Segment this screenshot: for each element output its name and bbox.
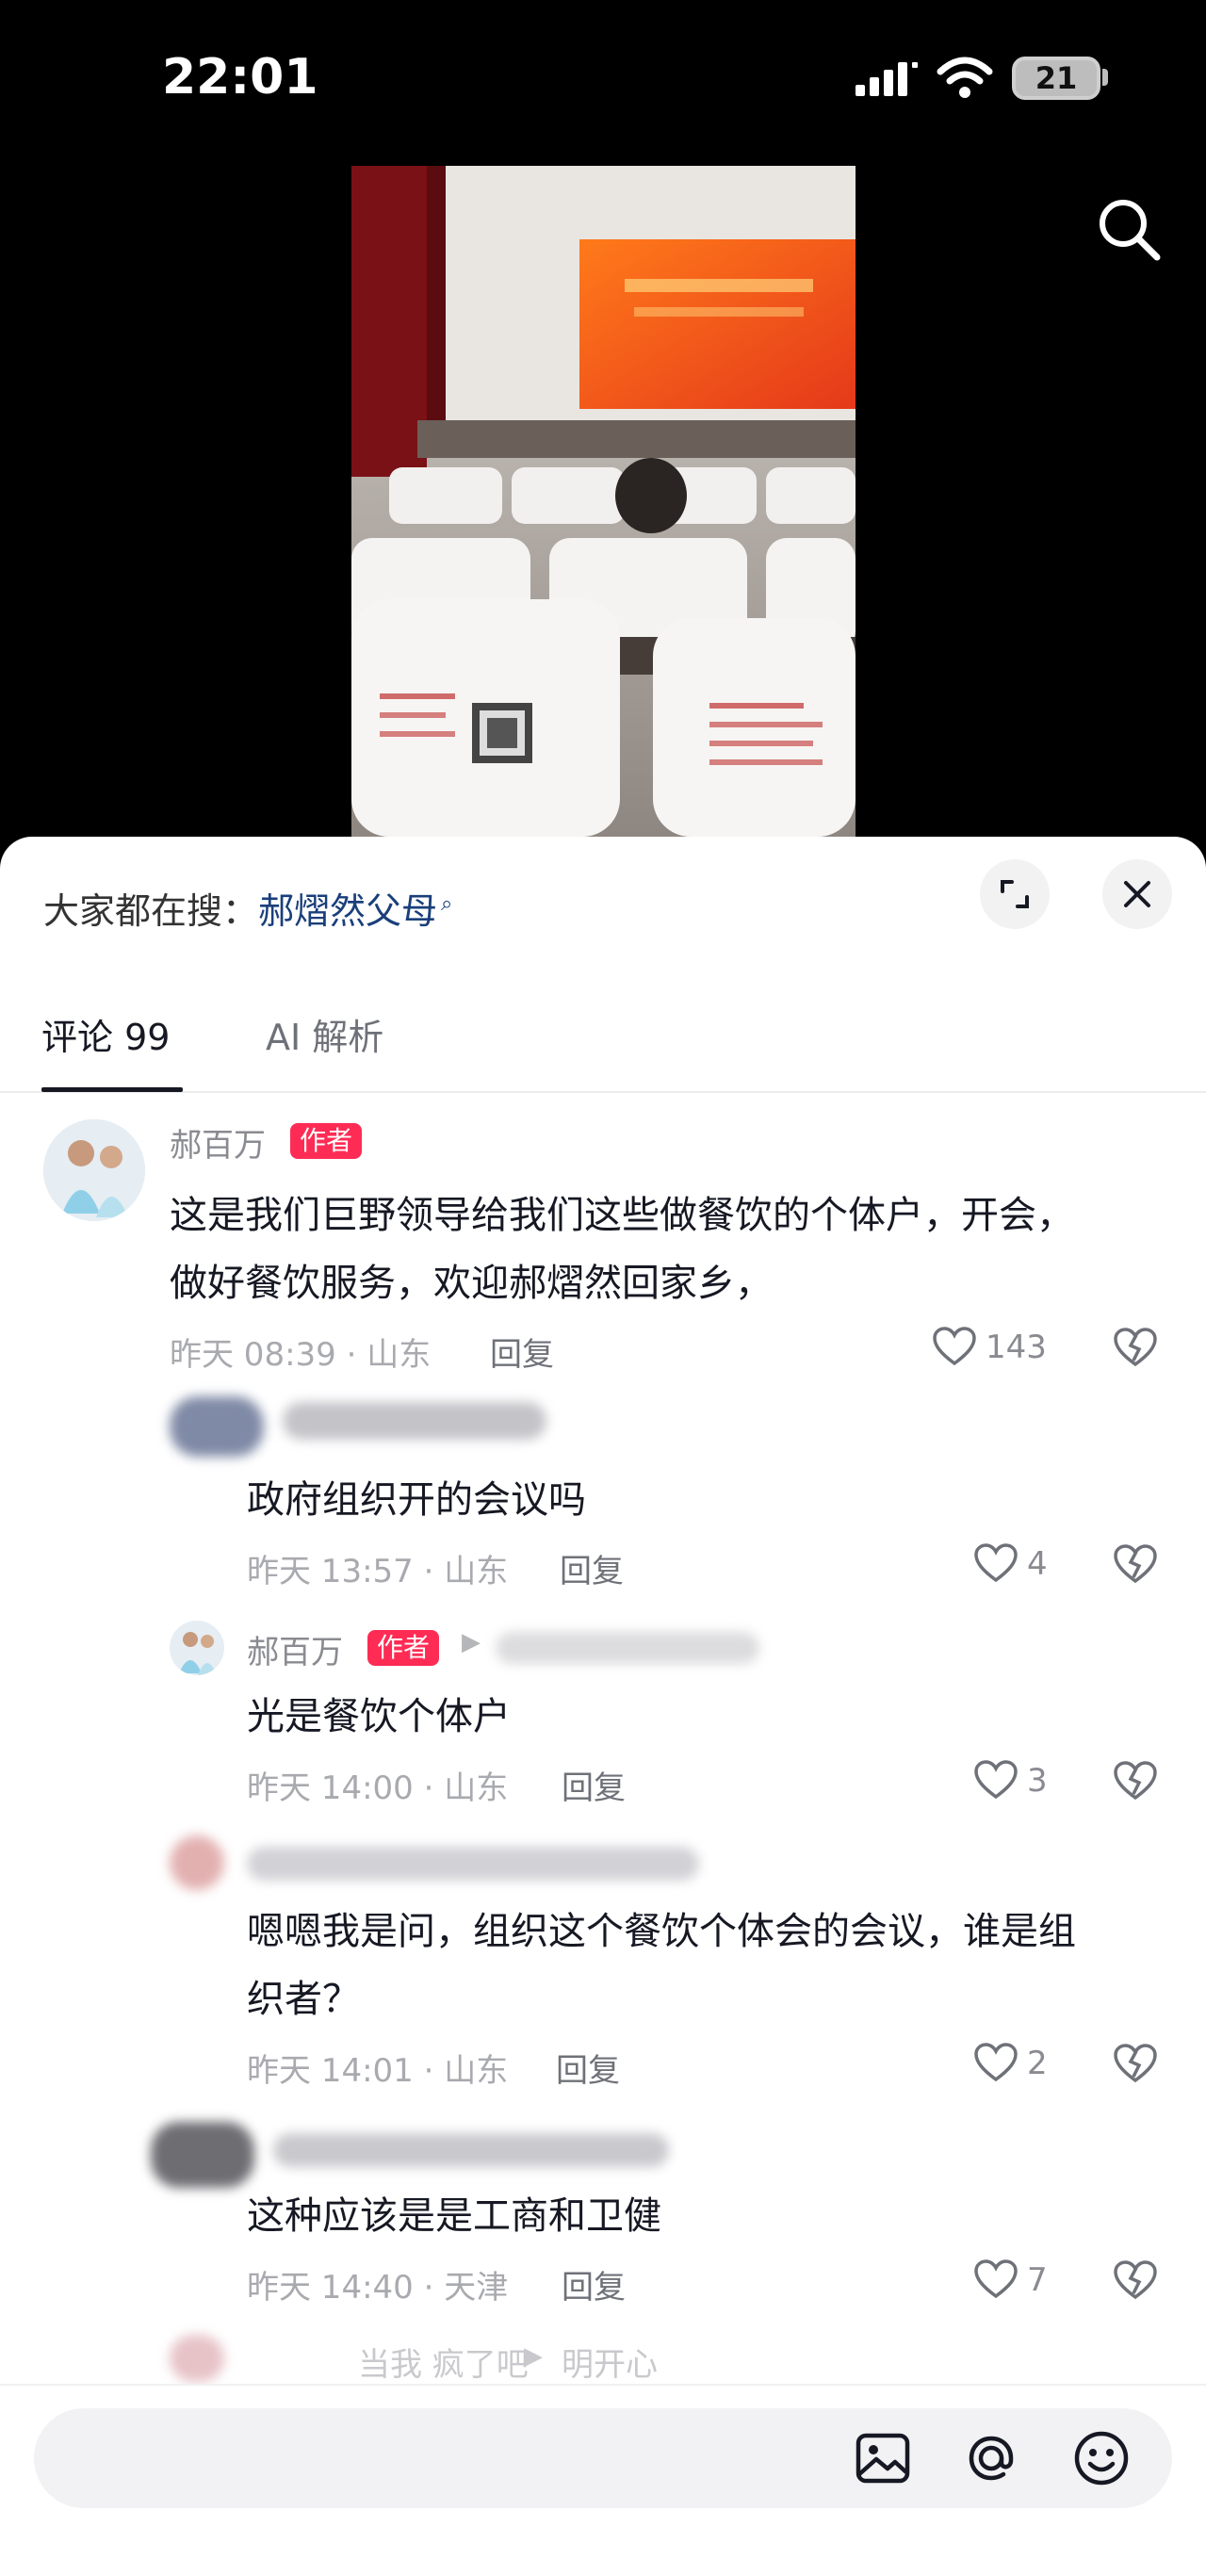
blurred-avatar[interactable]	[151, 2122, 254, 2188]
reply-to-arrow-icon: ▶	[462, 1628, 481, 1656]
like-count: 4	[1027, 1545, 1048, 1583]
search-icon[interactable]	[1093, 193, 1165, 265]
close-button[interactable]	[1102, 859, 1172, 929]
comment-meta: 昨天 08:39 · 山东	[170, 1336, 432, 1374]
video-player[interactable]	[351, 166, 856, 837]
wifi-icon	[937, 57, 993, 98]
dislike-heart-icon[interactable]	[1114, 2259, 1157, 2301]
comment-text: 政府组织开的会议吗	[247, 1478, 586, 1522]
reply-item	[0, 1387, 1206, 1557]
sheet-tabs: 评论 99 AI 解析	[0, 987, 1206, 1093]
reply-button[interactable]: 回复	[556, 2045, 620, 2091]
dislike-heart-icon[interactable]	[1114, 1760, 1157, 1802]
trending-search-hint[interactable]: 大家都在搜：郝熠然父母 ⌕	[43, 882, 452, 934]
avatar[interactable]	[170, 1621, 224, 1675]
blurred-reply-to-username	[496, 1632, 759, 1664]
reply-button[interactable]: 回复	[560, 1545, 624, 1591]
comment-username[interactable]: 郝百万	[247, 1626, 343, 1672]
heart-icon[interactable]	[933, 1327, 976, 1366]
cellular-signal-icon	[856, 62, 918, 96]
comment-username[interactable]: 郝百万	[170, 1119, 266, 1166]
comment-input-bar	[0, 2384, 1206, 2576]
author-badge: 作者	[290, 1123, 363, 1159]
comment-meta: 昨天 13:57 · 山东	[247, 1553, 509, 1590]
expand-icon	[1001, 880, 1029, 908]
image-icon[interactable]	[852, 2427, 914, 2489]
blurred-username[interactable]	[283, 1402, 546, 1440]
heart-icon[interactable]	[974, 2259, 1018, 2299]
emoji-icon[interactable]	[1070, 2427, 1133, 2489]
reply-to-arrow-icon: ▶	[524, 2342, 543, 2371]
comment-meta: 昨天 14:40 · 天津	[247, 2269, 509, 2307]
author-badge: 作者	[367, 1630, 440, 1666]
like-count: 2	[1027, 2045, 1048, 2082]
battery-icon: 21	[1012, 57, 1100, 100]
dislike-heart-icon[interactable]	[1114, 1327, 1157, 1368]
like-count: 7	[1027, 2261, 1048, 2299]
heart-icon[interactable]	[974, 1760, 1018, 1800]
avatar-image	[43, 1119, 145, 1221]
dislike-heart-icon[interactable]	[1114, 1543, 1157, 1585]
blurred-username[interactable]	[273, 2133, 669, 2167]
comment-meta: 昨天 14:00 · 山东	[247, 1769, 509, 1807]
comment-text: 这种应该是是工商和卫健	[247, 2194, 661, 2238]
video-frame-image	[351, 166, 856, 837]
search-glass-icon: ⌕	[441, 892, 453, 917]
trending-search-prefix: 大家都在搜：	[43, 890, 259, 932]
battery-level: 21	[1035, 60, 1078, 96]
blurred-avatar[interactable]	[170, 2335, 224, 2382]
trending-search-term[interactable]: 郝熠然父母	[258, 890, 437, 932]
comment-username[interactable]: 当我 疯了吧	[358, 2339, 529, 2385]
dislike-heart-icon[interactable]	[1114, 2043, 1157, 2084]
expand-button[interactable]	[980, 859, 1050, 929]
battery-tip	[1102, 69, 1108, 86]
comment-text: 织者？	[247, 1978, 360, 2021]
close-icon	[1124, 881, 1150, 907]
comment-sheet: 大家都在搜：郝熠然父母 ⌕ 评论 99 AI 解析 郝百万 作者 这是我们巨野领…	[0, 837, 1206, 2576]
reply-button[interactable]: 回复	[562, 2261, 626, 2307]
avatar[interactable]	[43, 1119, 145, 1221]
comment-text: 光是餐饮个体户	[247, 1695, 511, 1738]
reply-button[interactable]: 回复	[490, 1329, 554, 1375]
comment-text: 做好餐饮服务，欢迎郝熠然回家乡，	[170, 1262, 773, 1305]
reply-button[interactable]: 回复	[562, 1762, 626, 1808]
status-time: 22:01	[162, 49, 318, 106]
avatar-image	[170, 1621, 224, 1675]
blurred-username[interactable]	[247, 1847, 699, 1881]
tab-active-indicator	[41, 1087, 183, 1092]
blurred-avatar[interactable]	[170, 1835, 224, 1890]
comment-text: 嗯嗯我是问，组织这个餐饮个体会的会议，谁是组	[247, 1910, 1076, 1953]
blurred-avatar[interactable]	[170, 1396, 264, 1457]
heart-icon[interactable]	[974, 2043, 1018, 2082]
reply-to-username[interactable]: 明开心	[562, 2339, 658, 2385]
status-bar: 22:01 21	[0, 0, 1206, 160]
tab-comments[interactable]: 评论 99	[41, 1008, 170, 1060]
comment-meta: 昨天 14:01 · 山东	[247, 2052, 509, 2090]
like-count: 3	[1027, 1762, 1048, 1800]
comment-input[interactable]	[34, 2408, 1172, 2508]
tab-ai-analysis[interactable]: AI 解析	[266, 1008, 383, 1060]
like-count: 143	[986, 1329, 1047, 1366]
comment-text: 这是我们巨野领导给我们这些做餐饮的个体户，开会，	[170, 1194, 1074, 1237]
heart-icon[interactable]	[974, 1543, 1018, 1583]
at-icon[interactable]	[960, 2427, 1022, 2489]
